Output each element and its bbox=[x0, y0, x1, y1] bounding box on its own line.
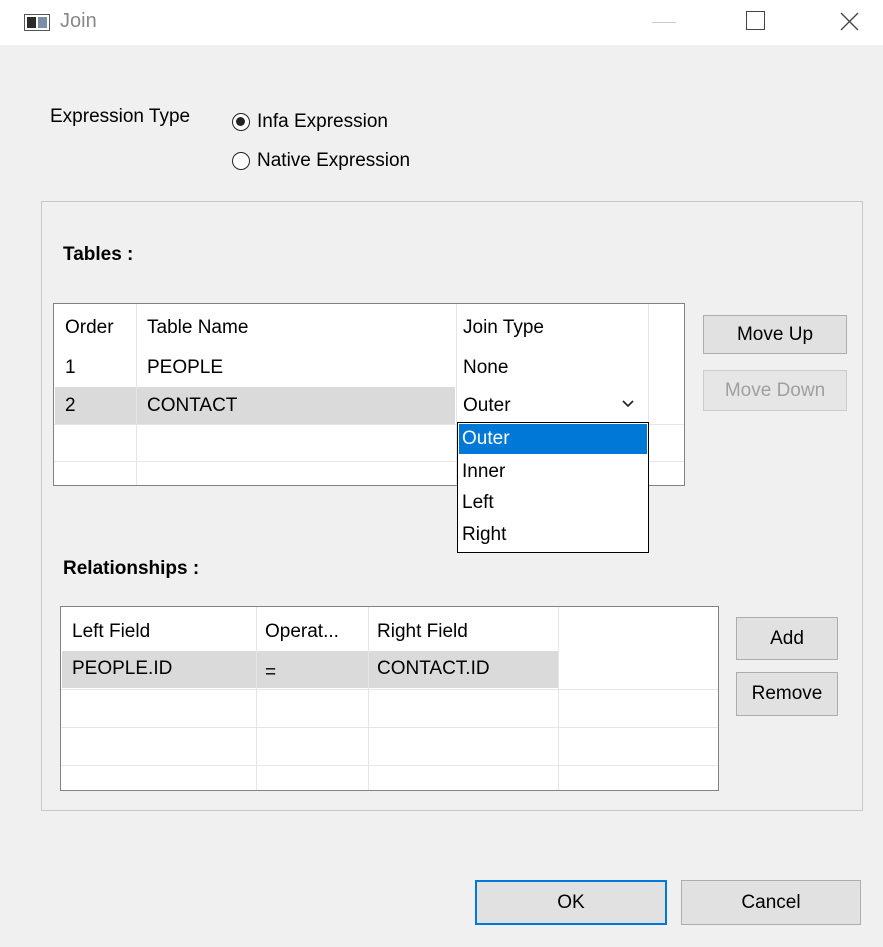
tables-label: Tables : bbox=[63, 244, 134, 265]
expression-type-label: Expression Type bbox=[50, 106, 191, 127]
cancel-button[interactable]: Cancel bbox=[681, 880, 861, 925]
column-header-table-name[interactable]: Table Name bbox=[136, 310, 248, 346]
column-header-operator[interactable]: Operat... bbox=[254, 614, 339, 650]
radio-label: Native Expression bbox=[257, 150, 411, 171]
maximize-icon[interactable] bbox=[746, 11, 765, 30]
column-header-join-type[interactable]: Join Type bbox=[452, 310, 544, 346]
dropdown-option-outer[interactable]: Outer bbox=[459, 424, 647, 454]
radio-checked-icon[interactable] bbox=[232, 113, 250, 131]
table-row-name[interactable]: PEOPLE bbox=[136, 350, 223, 386]
join-type-dropdown-list[interactable]: Outer Inner Left Right bbox=[457, 422, 649, 553]
relationships-grid[interactable]: Left Field Operat... Right Field PEOPLE.… bbox=[60, 606, 719, 791]
radio-native-expression[interactable]: Native Expression bbox=[232, 150, 410, 172]
table-row-join-type[interactable]: None bbox=[452, 350, 508, 386]
close-icon[interactable] bbox=[835, 4, 865, 38]
column-header-right-field[interactable]: Right Field bbox=[366, 614, 468, 650]
ok-button[interactable]: OK bbox=[475, 880, 667, 925]
move-down-button[interactable]: Move Down bbox=[703, 370, 847, 411]
selected-row-highlight bbox=[55, 387, 455, 424]
dropdown-option-right[interactable]: Right bbox=[459, 520, 647, 550]
move-up-button[interactable]: Move Up bbox=[703, 315, 847, 354]
table-row-name[interactable]: CONTACT bbox=[136, 388, 237, 424]
relationship-right-field[interactable]: CONTACT.ID bbox=[366, 651, 490, 687]
chevron-down-icon[interactable] bbox=[620, 396, 636, 412]
minimize-icon[interactable] bbox=[652, 22, 676, 23]
join-type-combobox[interactable]: Outer bbox=[452, 388, 511, 424]
column-header-left-field[interactable]: Left Field bbox=[61, 614, 150, 650]
radio-infa-expression[interactable]: Infa Expression bbox=[232, 111, 388, 133]
app-icon bbox=[24, 14, 50, 31]
radio-label: Infa Expression bbox=[257, 111, 388, 132]
radio-unchecked-icon[interactable] bbox=[232, 152, 250, 170]
window-title: Join bbox=[60, 10, 97, 32]
column-header-order[interactable]: Order bbox=[54, 310, 114, 346]
relationships-label: Relationships : bbox=[63, 558, 200, 579]
table-row-order[interactable]: 2 bbox=[54, 388, 76, 424]
relationship-left-field[interactable]: PEOPLE.ID bbox=[61, 651, 172, 687]
dropdown-option-inner[interactable]: Inner bbox=[459, 457, 647, 487]
dropdown-option-left[interactable]: Left bbox=[459, 488, 647, 518]
add-button[interactable]: Add bbox=[736, 617, 838, 660]
table-row-order[interactable]: 1 bbox=[54, 350, 76, 386]
remove-button[interactable]: Remove bbox=[736, 672, 838, 716]
relationship-operator[interactable]: = bbox=[254, 655, 276, 691]
title-bar: Join bbox=[0, 0, 883, 45]
